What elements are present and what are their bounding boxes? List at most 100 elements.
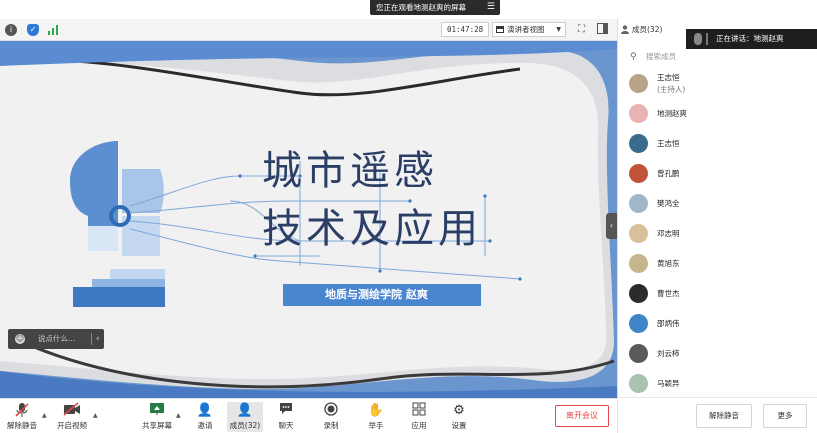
share-screen-icon — [140, 402, 174, 420]
member-row[interactable]: 曾孔鹏 — [618, 159, 817, 189]
settings-button[interactable]: ⚙ 设置 — [446, 402, 472, 432]
slide-title-line2: 技术及应用 — [262, 206, 482, 252]
member-name: 曹世杰 — [657, 289, 680, 298]
invite-button[interactable]: 👤 邀请 — [192, 402, 218, 432]
unmute-button[interactable]: 解除静音 — [6, 402, 38, 432]
members-panel-title: 成员(32) — [632, 25, 663, 34]
collapse-panel-button[interactable]: ‹ — [606, 213, 617, 239]
member-row[interactable]: 刘云柿 — [618, 339, 817, 369]
more-button[interactable]: 更多 — [763, 404, 807, 428]
member-row[interactable]: 樊鸿全 — [618, 189, 817, 219]
speaking-indicator: 正在讲话：地测赵爽 — [686, 29, 817, 49]
settings-label: 设置 — [451, 421, 467, 430]
chevron-left-icon[interactable]: ‹ — [96, 329, 100, 349]
raise-hand-icon: ✋ — [367, 403, 385, 418]
apps-label: 应用 — [411, 421, 427, 430]
raise-hand-label: 举手 — [368, 421, 384, 430]
divider — [91, 333, 92, 345]
view-mode-label: 演讲者视图 — [507, 25, 545, 34]
fullscreen-icon[interactable]: ⛶ — [575, 23, 588, 36]
microphone-icon — [694, 33, 702, 45]
chat-button[interactable]: 聊天 — [273, 402, 299, 432]
member-row[interactable]: 王志恒 — [618, 129, 817, 159]
record-button[interactable]: 录制 — [318, 402, 344, 432]
meeting-window: 您正在观看地测赵爽的屏幕 ☰ i ✓ 01:47:28 演讲者视图 ▼ ⛶ 城市… — [0, 0, 817, 433]
view-mode-select[interactable]: 演讲者视图 ▼ — [492, 22, 566, 37]
member-list: 王志恒 (主持人) 地测赵爽 王志恒 曾孔鹏 樊鸿全 邓志明 黄旭东 曹世杰 邵炳伟 刘云柿 马颖异 — [618, 69, 817, 399]
invite-label: 邀请 — [197, 421, 213, 430]
security-shield-icon[interactable]: ✓ — [27, 24, 39, 36]
gear-icon: ⚙ — [453, 403, 465, 418]
member-row[interactable]: 邓志明 — [618, 219, 817, 249]
members-label: 成员(32) — [229, 421, 261, 430]
person-icon — [621, 25, 629, 34]
slide-title-line1: 城市遥感 — [262, 148, 438, 194]
comment-placeholder: 说点什么... — [38, 334, 76, 343]
member-search-placeholder: 搜索成员 — [646, 52, 676, 61]
avatar — [629, 344, 648, 363]
sharing-indicator-label: 您正在观看地测赵爽的屏幕 — [376, 3, 466, 12]
unmute-all-button[interactable]: 解除静音 — [696, 404, 752, 428]
members-icon: 👤 — [236, 403, 254, 418]
members-button[interactable]: 👤 成员(32) — [227, 402, 263, 432]
avatar — [629, 374, 648, 393]
unmute-label: 解除静音 — [7, 421, 37, 430]
avatar — [629, 314, 648, 333]
record-icon — [318, 402, 344, 420]
avatar — [629, 74, 648, 93]
search-icon: ⚲ — [630, 52, 637, 62]
member-name: 王志恒 — [657, 139, 680, 148]
shared-slide: 城市遥感 技术及应用 地质与测绘学院 赵爽 ☺ 说点什么... ‹ ‹ — [0, 41, 617, 398]
avatar — [629, 164, 648, 183]
speaker-view-icon — [496, 26, 504, 33]
audio-options-chevron-icon[interactable]: ▲ — [42, 412, 47, 419]
avatar — [629, 254, 648, 273]
members-panel: 成员(32) ⚲ 搜索成员 王志恒 (主持人) 地测赵爽 王志恒 曾孔鹏 樊鸿全 邓志明 黄旭… — [617, 19, 817, 433]
apps-grid-icon — [406, 402, 432, 420]
emoji-icon[interactable]: ☺ — [15, 334, 25, 344]
share-screen-label: 共享屏幕 — [142, 421, 172, 430]
member-name: 邓志明 — [657, 229, 680, 238]
member-name: 刘云柿 — [657, 349, 680, 358]
chat-label: 聊天 — [278, 421, 294, 430]
chevron-down-icon: ▼ — [556, 26, 561, 33]
chat-icon — [273, 402, 299, 420]
meeting-timer: 01:47:28 — [441, 22, 490, 37]
start-video-label: 开启视频 — [57, 421, 87, 430]
member-role: (主持人) — [657, 85, 686, 94]
menu-icon[interactable]: ☰ — [487, 0, 495, 15]
share-screen-button[interactable]: 共享屏幕 — [140, 402, 174, 432]
avatar — [629, 134, 648, 153]
start-video-button[interactable]: 开启视频 — [54, 402, 90, 432]
meeting-controls: 解除静音 ▲ 开启视频 ▲ 共享屏幕 ▲ 👤 邀请 👤 成员(32) 聊天 录制… — [0, 398, 617, 433]
avatar — [629, 194, 648, 213]
add-user-icon: 👤 — [196, 403, 214, 418]
slide-subtitle: 地质与测绘学院 赵爽 — [283, 284, 481, 306]
member-row[interactable]: 邵炳伟 — [618, 309, 817, 339]
raise-hand-button[interactable]: ✋ 举手 — [363, 402, 389, 432]
info-icon[interactable]: i — [5, 24, 17, 36]
member-row[interactable]: 王志恒 (主持人) — [618, 69, 817, 99]
apps-button[interactable]: 应用 — [406, 402, 432, 432]
member-row[interactable]: 地测赵爽 — [618, 99, 817, 129]
avatar — [629, 104, 648, 123]
member-row[interactable]: 曹世杰 — [618, 279, 817, 309]
video-options-chevron-icon[interactable]: ▲ — [93, 412, 98, 419]
member-name: 地测赵爽 — [657, 109, 687, 118]
share-options-chevron-icon[interactable]: ▲ — [176, 412, 181, 419]
members-panel-footer: 解除静音 更多 — [618, 397, 817, 433]
sharing-indicator[interactable]: 您正在观看地测赵爽的屏幕 ☰ — [370, 0, 500, 15]
comment-input[interactable]: ☺ 说点什么... ‹ — [8, 329, 104, 349]
member-row[interactable]: 黄旭东 — [618, 249, 817, 279]
speaking-label: 正在讲话：地测赵爽 — [716, 34, 784, 43]
toggle-panel-icon[interactable] — [596, 23, 609, 36]
member-row[interactable]: 马颖异 — [618, 369, 817, 399]
top-banner: 您正在观看地测赵爽的屏幕 ☰ — [0, 0, 817, 18]
member-name: 王志恒 — [657, 73, 680, 82]
avatar — [629, 224, 648, 243]
member-name: 黄旭东 — [657, 259, 680, 268]
leave-meeting-button[interactable]: 离开会议 — [555, 405, 609, 427]
member-search-input[interactable]: ⚲ 搜索成员 — [626, 47, 811, 67]
signal-strength-icon[interactable] — [47, 24, 59, 36]
audio-level-icon — [706, 33, 708, 45]
